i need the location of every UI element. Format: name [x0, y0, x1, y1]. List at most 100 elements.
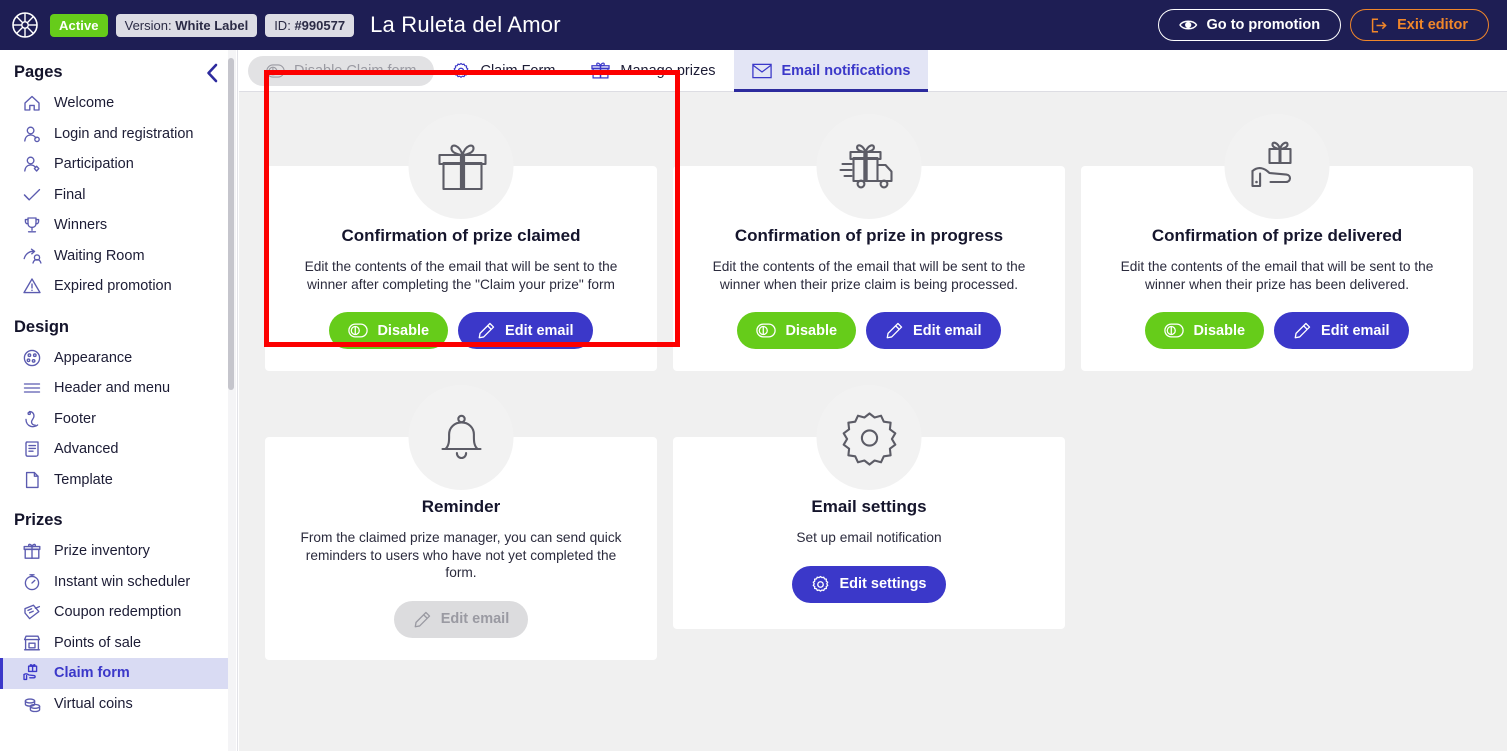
email-settings-edit-settings-button[interactable]: Edit settings [792, 565, 946, 603]
sidebar-item-label: Appearance [54, 349, 133, 366]
tab-claim-form[interactable]: Claim Form [434, 50, 573, 92]
tab-disable-claim-form[interactable]: Disable Claim form [248, 55, 435, 86]
sidebar-item-waiting-room[interactable]: Waiting Room [0, 241, 229, 272]
card-confirmation-of-prize-claimed: Confirmation of prize claimed Edit the co… [265, 114, 657, 372]
confirmation-of-prize-claimed-edit-email-button[interactable]: Edit email [458, 312, 593, 350]
sidebar-item-welcome[interactable]: Welcome [0, 88, 229, 119]
gift-box-icon [408, 114, 514, 219]
sidebar-item-advanced[interactable]: Advanced [0, 434, 229, 465]
store-icon [22, 633, 42, 653]
card-actions: Disable Edit email [737, 312, 1001, 350]
sidebar-item-login-and-registration[interactable]: Login and registration [0, 119, 229, 150]
card-slot-reminder: Reminder From the claimed prize manager, … [265, 385, 657, 660]
go-to-promotion-button[interactable]: Go to promotion [1157, 9, 1342, 41]
pencil-icon [413, 610, 432, 629]
gift-hand-icon [1224, 114, 1330, 219]
sidebar-item-winners[interactable]: Winners [0, 210, 229, 241]
sidebar-item-label: Claim form [54, 665, 130, 682]
coins-icon [22, 694, 42, 714]
sidebar-section-title: Pages [14, 63, 63, 81]
exit-editor-label: Exit editor [1397, 17, 1468, 33]
card-description: Edit the contents of the email that will… [1120, 259, 1434, 292]
button-label: Edit email [505, 322, 574, 339]
sidebar-scrollbar-track[interactable] [228, 50, 236, 751]
toggle-off-icon [348, 323, 369, 338]
gift-icon [591, 61, 611, 80]
gear-icon [811, 575, 830, 594]
sidebar-item-appearance[interactable]: Appearance [0, 343, 229, 374]
sidebar-item-footer[interactable]: Footer [0, 404, 229, 435]
gear-icon [452, 62, 470, 80]
sidebar-item-template[interactable]: Template [0, 465, 229, 496]
coupon-icon [22, 602, 42, 622]
page-title: La Ruleta del Amor [370, 12, 561, 37]
sidebar-item-points-of-sale[interactable]: Points of sale [0, 628, 229, 659]
stopwatch-icon [22, 572, 42, 592]
page-icon [22, 470, 42, 490]
tab-bar: Disable Claim form Claim Form Manage pri… [239, 49, 1507, 92]
exit-editor-button[interactable]: Exit editor [1350, 9, 1489, 41]
trophy-icon [22, 215, 42, 235]
toggle-off-icon [756, 323, 777, 338]
sidebar-item-label: Final [54, 186, 86, 203]
pencil-icon [477, 321, 496, 340]
sidebar-item-coupon-redemption[interactable]: Coupon redemption [0, 597, 229, 628]
card-actions: Edit email [393, 600, 529, 638]
sidebar-item-expired-promotion[interactable]: Expired promotion [0, 271, 229, 302]
sidebar-item-prize-inventory[interactable]: Prize inventory [0, 536, 229, 567]
confirmation-of-prize-claimed-disable-button[interactable]: Disable [329, 312, 449, 350]
card-title: Confirmation of prize in progress [734, 226, 1004, 245]
wheel-logo-icon[interactable] [0, 11, 50, 39]
sidebar: Pages Welcome Login and registration Partic… [0, 50, 238, 751]
exit-arrow-icon [1371, 17, 1388, 33]
button-label: Disable [377, 322, 430, 339]
waiting-room-icon [22, 246, 42, 266]
card-title: Reminder [421, 497, 501, 517]
sidebar-item-claim-form[interactable]: Claim form [0, 658, 229, 689]
envelope-icon [751, 63, 772, 79]
card-actions: Edit settings [792, 565, 946, 603]
toggle-off-icon [1164, 323, 1185, 338]
card-title: Confirmation of prize delivered [1151, 226, 1403, 245]
sidebar-item-final[interactable]: Final [0, 180, 229, 211]
chevron-left-icon[interactable] [205, 63, 219, 83]
sidebar-item-label: Header and menu [54, 380, 171, 397]
sidebar-item-participation[interactable]: Participation [0, 149, 229, 180]
tab-manage-prizes-label: Manage prizes [620, 62, 716, 79]
sidebar-item-label: Waiting Room [54, 247, 145, 264]
sidebar-item-virtual-coins[interactable]: Virtual coins [0, 689, 229, 720]
tab-claim-form-label: Claim Form [480, 62, 556, 79]
palette-icon [22, 348, 42, 368]
cards-grid: Confirmation of prize claimed Edit the co… [239, 69, 1507, 660]
id-label: ID: [274, 17, 291, 33]
button-label: Edit email [440, 611, 510, 628]
user-login-icon [22, 124, 42, 144]
confirmation-of-prize-delivered-disable-button[interactable]: Disable [1145, 312, 1265, 350]
version-badge: Version: White Label [115, 13, 258, 37]
sidebar-scrollbar-thumb[interactable] [228, 58, 234, 390]
toggle-off-icon [266, 63, 285, 78]
tab-email-notifications[interactable]: Email notifications [733, 49, 929, 92]
check-icon [22, 185, 42, 205]
gift-truck-icon [816, 114, 922, 219]
card-description: Edit the contents of the email that will… [712, 259, 1026, 292]
sidebar-item-instant-win-scheduler[interactable]: Instant win scheduler [0, 567, 229, 598]
pencil-icon [1293, 321, 1312, 340]
sidebar-item-label: Footer [54, 410, 96, 427]
sidebar-item-header-and-menu[interactable]: Header and menu [0, 373, 229, 404]
confirmation-of-prize-in-progress-disable-button[interactable]: Disable [737, 312, 857, 350]
gift-icon [22, 541, 42, 561]
email-notification-cards-area: Confirmation of prize claimed Edit the co… [239, 69, 1507, 660]
confirmation-of-prize-delivered-edit-email-button[interactable]: Edit email [1274, 312, 1409, 350]
version-label: Version: [124, 17, 172, 33]
tab-email-notifications-label: Email notifications [781, 62, 911, 79]
card-confirmation-of-prize-in-progress: Confirmation of prize in progress Edit th… [673, 114, 1065, 372]
button-label: Edit email [913, 322, 982, 339]
card-title: Confirmation of prize claimed [341, 226, 581, 245]
card-actions: Disable Edit email [1145, 312, 1409, 350]
gear-icon [816, 385, 922, 491]
confirmation-of-prize-in-progress-edit-email-button[interactable]: Edit email [866, 312, 1001, 350]
tab-manage-prizes[interactable]: Manage prizes [573, 50, 733, 92]
promotion-id-badge: ID: #990577 [265, 13, 355, 37]
bell-icon [408, 385, 514, 491]
